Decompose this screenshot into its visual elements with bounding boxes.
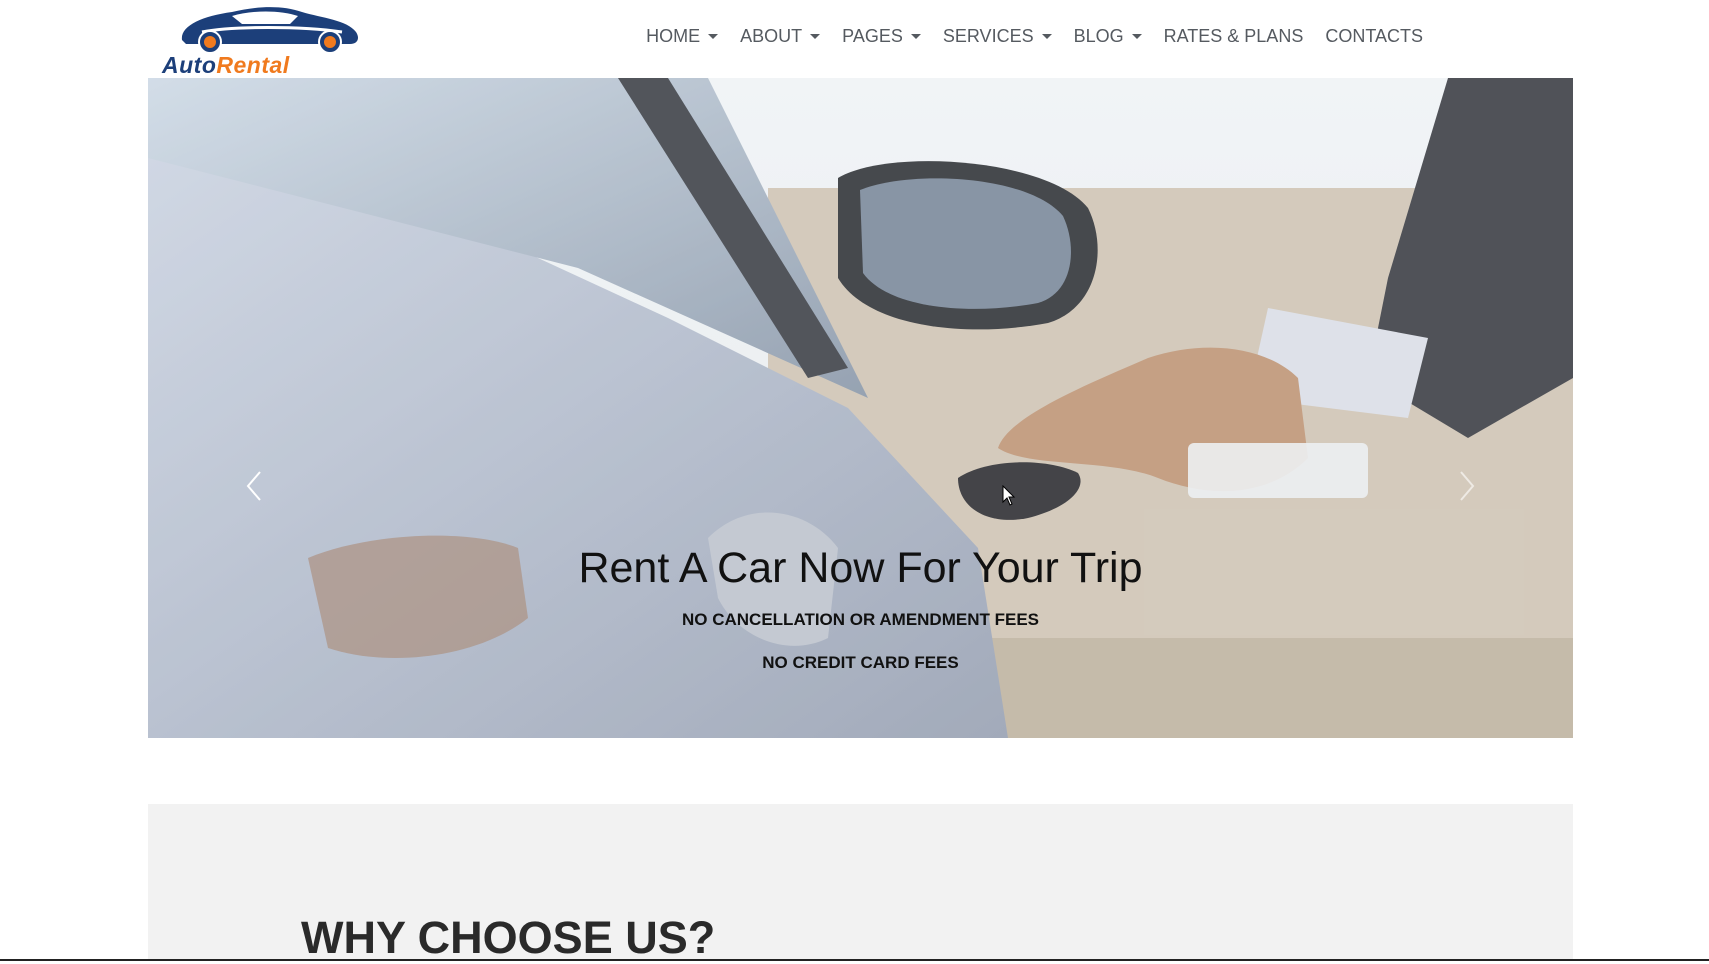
- caret-down-icon: [810, 34, 821, 39]
- nav-item-about[interactable]: ABOUT: [740, 26, 821, 47]
- nav-item-blog[interactable]: BLOG: [1074, 26, 1142, 47]
- chevron-right-icon: [1460, 471, 1475, 501]
- car-logo-icon: [181, 7, 358, 52]
- hero-slider: Rent A Car Now For Your Trip NO CANCELLA…: [148, 78, 1573, 738]
- nav-item-pages[interactable]: PAGES: [842, 26, 921, 47]
- nav-item-services[interactable]: SERVICES: [943, 26, 1052, 47]
- logo-wordmark: AutoRental: [162, 52, 372, 79]
- logo-rental: Rental: [216, 52, 290, 78]
- hero-title: Rent A Car Now For Your Trip: [578, 544, 1143, 592]
- hero-subtitle-2: NO CREDIT CARD FEES: [762, 653, 959, 672]
- slider-next-button[interactable]: [1451, 466, 1481, 506]
- main-nav: HOME ABOUT PAGES SERVICES BLOG RATES & P…: [646, 26, 1423, 47]
- chevron-left-icon: [246, 471, 261, 501]
- nav-label: BLOG: [1073, 26, 1124, 46]
- caret-down-icon: [1041, 34, 1052, 39]
- mouse-cursor-icon: [1002, 485, 1016, 506]
- caret-down-icon: [1131, 34, 1142, 39]
- slider-prev-button[interactable]: [240, 466, 270, 506]
- section-title: WHY CHOOSE US?: [301, 912, 716, 963]
- logo-auto: Auto: [162, 52, 217, 78]
- caret-down-icon: [910, 34, 921, 39]
- nav-label: ABOUT: [740, 26, 803, 46]
- nav-item-contacts[interactable]: CONTACTS: [1325, 26, 1423, 47]
- nav-label: SERVICES: [942, 26, 1034, 46]
- why-choose-us-section: WHY CHOOSE US?: [148, 804, 1573, 963]
- nav-label: CONTACTS: [1325, 26, 1423, 46]
- nav-label: HOME: [646, 26, 701, 46]
- nav-label: RATES & PLANS: [1163, 26, 1304, 46]
- caret-down-icon: [708, 34, 719, 39]
- nav-label: PAGES: [842, 26, 903, 46]
- nav-item-rates-plans[interactable]: RATES & PLANS: [1164, 26, 1304, 47]
- site-header: AutoRental HOME ABOUT PAGES SERVICES BLO…: [148, 0, 1573, 78]
- nav-item-home[interactable]: HOME: [646, 26, 719, 47]
- hero-overlay: [148, 78, 1573, 738]
- site-logo[interactable]: AutoRental: [162, 2, 368, 78]
- hero-subtitle-1: NO CANCELLATION OR AMENDMENT FEES: [682, 610, 1039, 629]
